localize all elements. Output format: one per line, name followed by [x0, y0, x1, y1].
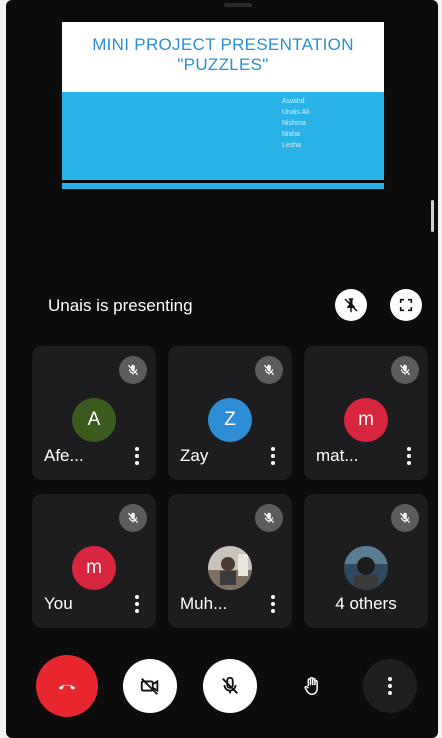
shared-slide[interactable]: MINI PROJECT PRESENTATION "PUZZLES" Aswi… — [62, 15, 384, 189]
participant-tile[interactable]: m mat... — [304, 346, 428, 480]
participant-name: mat... — [316, 446, 359, 465]
call-screen: MINI PROJECT PRESENTATION "PUZZLES" Aswi… — [6, 0, 438, 738]
slide-name: Unais Ali — [282, 109, 310, 116]
presenting-label: Unais is presenting — [48, 296, 193, 315]
slide-name: Lesha — [282, 142, 302, 149]
camera-off-icon — [140, 678, 159, 695]
avatar-photo — [208, 546, 252, 590]
mic-off-icon — [399, 512, 411, 524]
others-tile[interactable]: 4 others — [304, 494, 428, 628]
camera-notch — [224, 3, 252, 7]
hang-up-button[interactable] — [36, 655, 98, 717]
mic-muted-badge — [119, 356, 147, 384]
avatar: A — [72, 398, 116, 442]
slide-footer-bar — [62, 183, 384, 189]
mic-off-icon — [127, 512, 139, 524]
slide-name: Nishma — [282, 120, 306, 127]
mic-muted-badge — [255, 356, 283, 384]
avatar: Z — [208, 398, 252, 442]
participant-name: You — [44, 594, 73, 613]
mic-off-icon — [127, 364, 139, 376]
slide-name: Nisha — [282, 131, 300, 138]
slide-subtitle: "PUZZLES" — [177, 55, 269, 74]
participant-tile-self[interactable]: m You — [32, 494, 156, 628]
participant-more-button[interactable] — [130, 595, 144, 613]
fullscreen-icon — [399, 298, 413, 312]
pin-off-icon — [344, 298, 358, 313]
participant-tile[interactable]: Z Zay — [168, 346, 292, 480]
participant-tile[interactable]: Muh... — [168, 494, 292, 628]
slide-header: MINI PROJECT PRESENTATION "PUZZLES" — [62, 22, 384, 92]
scroll-indicator[interactable] — [431, 200, 434, 232]
participant-more-button[interactable] — [266, 595, 280, 613]
avatar: m — [72, 546, 116, 590]
slide-name-list: Aswind Unais Ali Nishma Nisha Lesha — [282, 96, 309, 151]
others-count-label: 4 others — [335, 594, 397, 613]
raise-hand-icon — [304, 676, 318, 695]
participant-name: Muh... — [180, 594, 228, 613]
mic-muted-badge — [391, 356, 419, 384]
participant-name: Afe... — [44, 446, 84, 465]
more-options-button[interactable] — [363, 659, 417, 713]
mic-off-icon — [222, 676, 238, 694]
mic-toggle-button[interactable] — [203, 659, 257, 713]
slide-name: Aswind — [282, 98, 305, 105]
mic-muted-badge — [119, 504, 147, 532]
more-vert-icon — [383, 677, 397, 695]
mic-muted-badge — [255, 504, 283, 532]
participant-tile[interactable]: A Afe... — [32, 346, 156, 480]
participant-more-button[interactable] — [266, 447, 280, 465]
mic-muted-badge — [391, 504, 419, 532]
mic-off-icon — [263, 364, 275, 376]
phone-hangup-icon — [58, 684, 76, 690]
slide-body: Aswind Unais Ali Nishma Nisha Lesha — [62, 92, 384, 180]
mic-off-icon — [263, 512, 275, 524]
fullscreen-button[interactable] — [390, 289, 422, 321]
participant-more-button[interactable] — [402, 447, 416, 465]
camera-toggle-button[interactable] — [123, 659, 177, 713]
avatar-photo — [344, 546, 388, 590]
participant-more-button[interactable] — [130, 447, 144, 465]
unpin-button[interactable] — [335, 289, 367, 321]
participant-name: Zay — [180, 446, 209, 465]
slide-title: MINI PROJECT PRESENTATION — [92, 35, 354, 54]
avatar: m — [344, 398, 388, 442]
raise-hand-button[interactable] — [285, 659, 339, 713]
mic-off-icon — [399, 364, 411, 376]
